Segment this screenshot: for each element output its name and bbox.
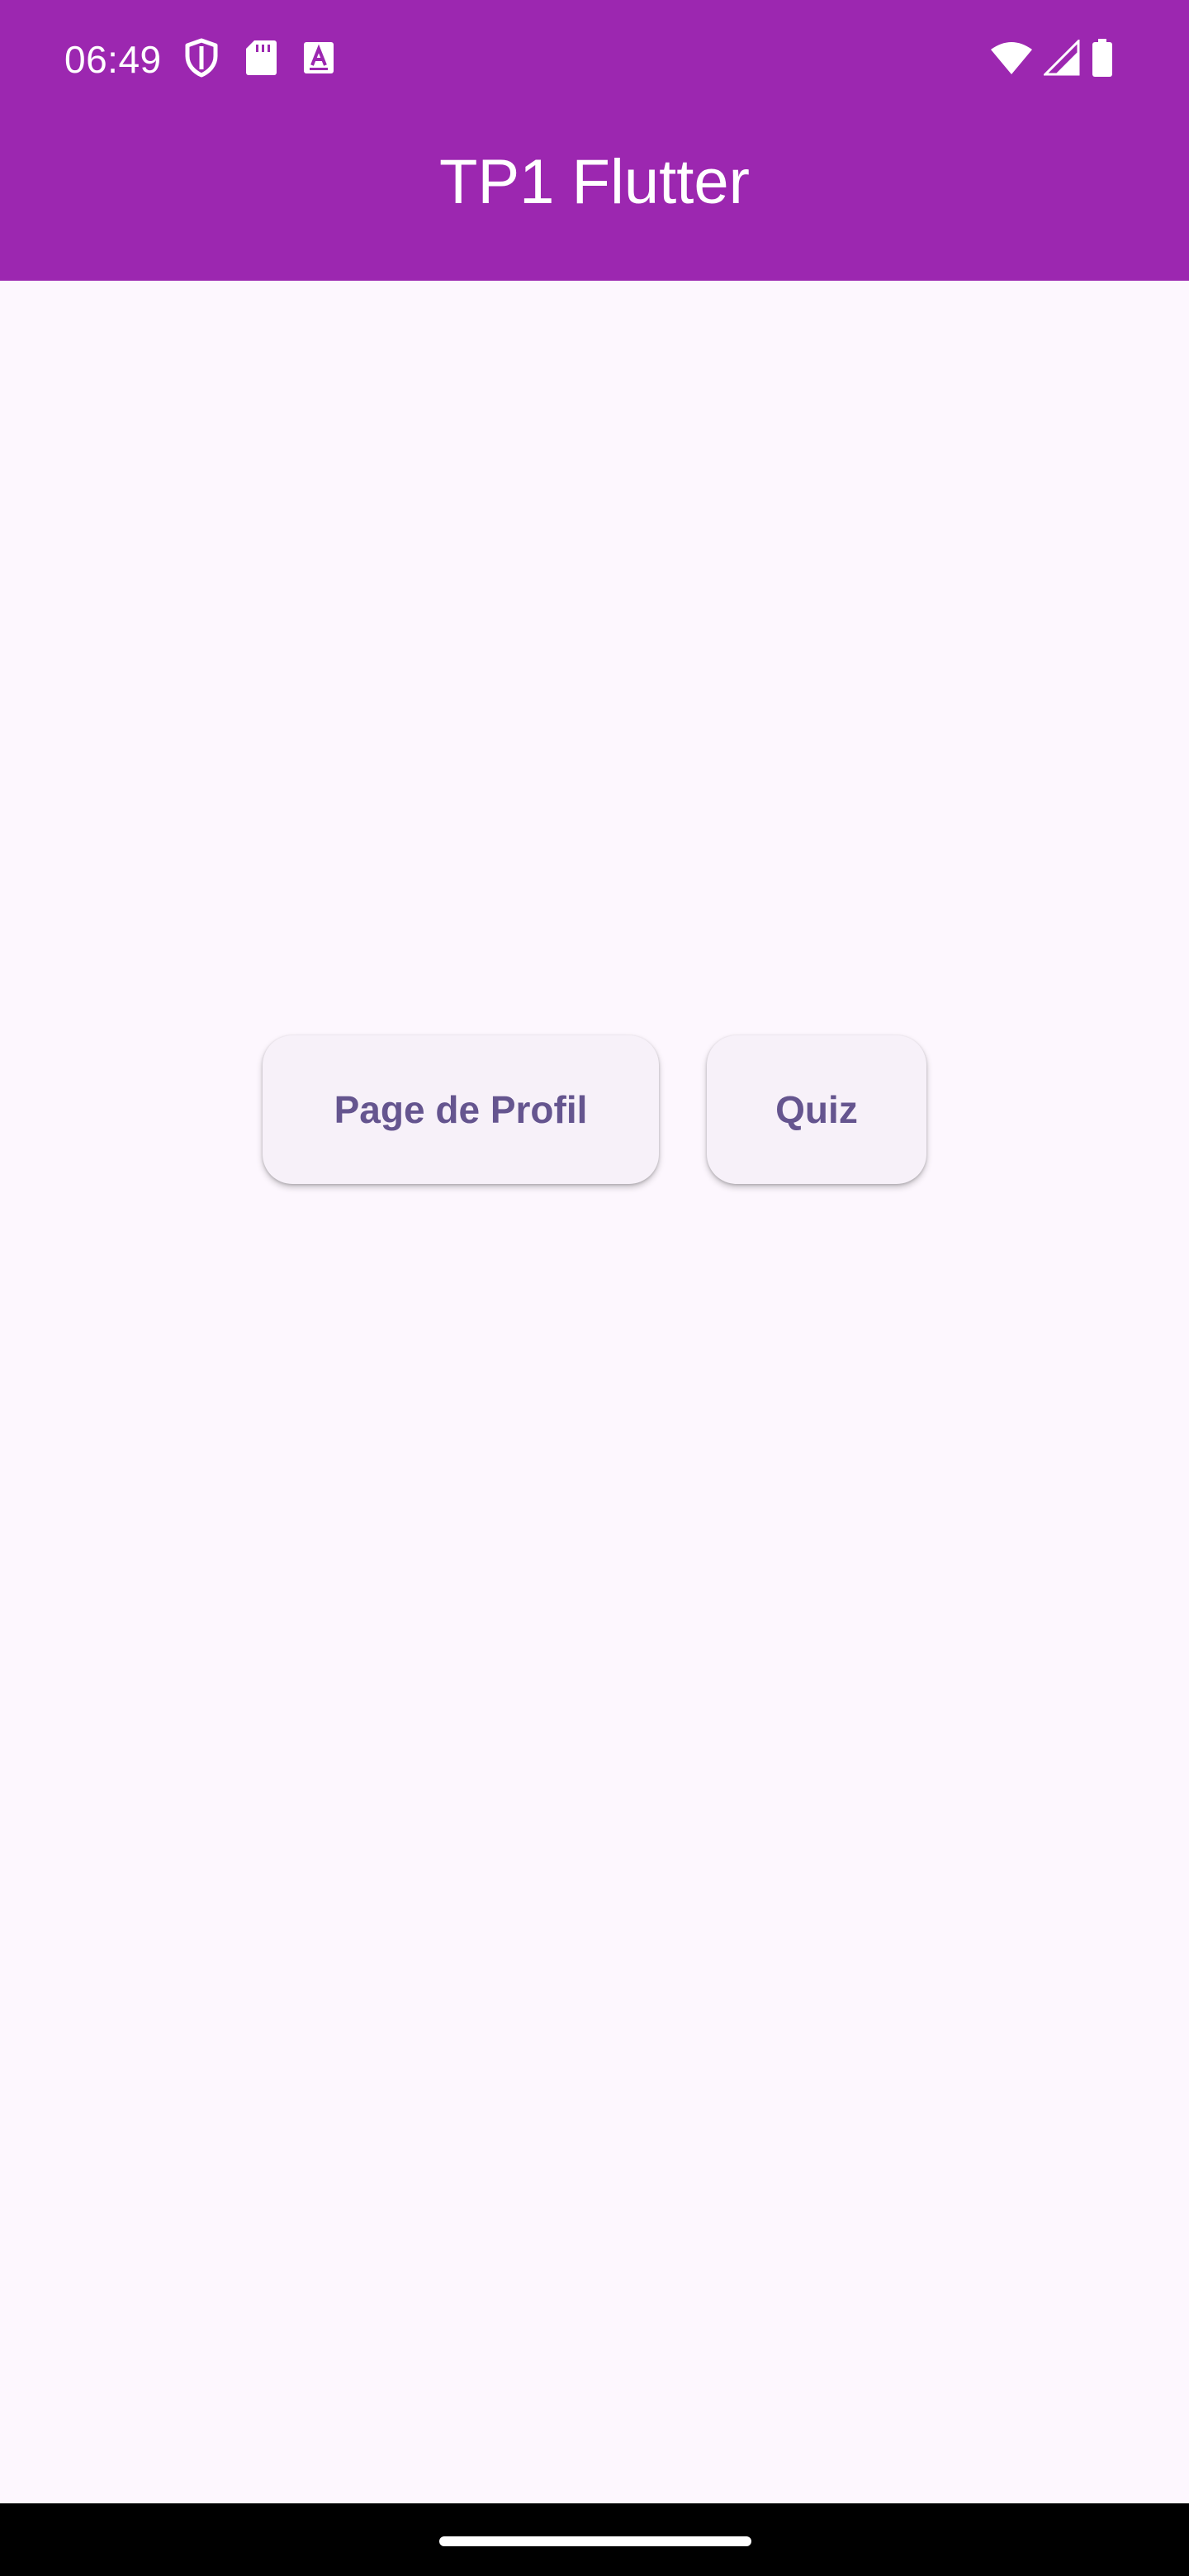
- profile-page-button-label: Page de Profil: [334, 1088, 588, 1131]
- home-gesture-handle[interactable]: [439, 2536, 751, 2546]
- quiz-button[interactable]: Quiz: [707, 1035, 926, 1184]
- system-navigation-bar: [0, 2503, 1189, 2576]
- quiz-button-label: Quiz: [775, 1088, 858, 1131]
- status-left-icons: [183, 38, 335, 81]
- app-bar: TP1 Flutter: [0, 116, 1189, 281]
- status-bar: 06:49: [0, 0, 1189, 116]
- keyboard-a-icon: [302, 40, 335, 79]
- sd-card-icon: [244, 39, 277, 81]
- main-content: [0, 281, 1189, 2503]
- status-time: 06:49: [64, 38, 162, 81]
- battery-icon: [1092, 38, 1113, 81]
- shield-icon: [183, 38, 220, 82]
- profile-page-button[interactable]: Page de Profil: [263, 1035, 659, 1184]
- page-title: TP1 Flutter: [439, 146, 750, 217]
- status-right-icons: [991, 37, 1113, 81]
- wifi-icon: [991, 41, 1032, 78]
- cell-signal-icon: [1042, 37, 1080, 80]
